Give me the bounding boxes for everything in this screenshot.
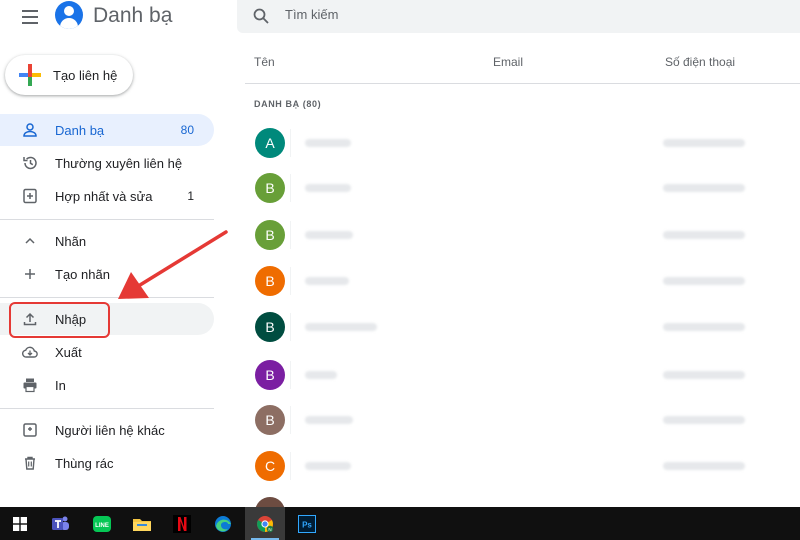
contact-phone-blurred: [663, 184, 745, 192]
sidebar-item-create-label[interactable]: Tạo nhãn: [0, 258, 214, 290]
section-header: DANH BẠ (80): [254, 99, 322, 109]
sidebar-item-export[interactable]: Xuất: [0, 336, 214, 368]
column-header-name[interactable]: Tên: [254, 55, 275, 69]
edge-icon[interactable]: [203, 507, 243, 540]
contact-name-blurred: [305, 371, 337, 379]
avatar: B: [255, 266, 285, 296]
sidebar-item-frequent[interactable]: Thường xuyên liên hệ: [0, 147, 214, 179]
contact-name-blurred: [305, 323, 377, 331]
windows-start-icon[interactable]: [0, 507, 40, 540]
avatar: A: [255, 128, 285, 158]
sidebar-item-merge-fix[interactable]: Hợp nhất và sửa 1: [0, 180, 214, 212]
sidebar-item-label: Xuất: [55, 345, 82, 360]
sidebar-item-contacts[interactable]: Danh bạ 80: [0, 114, 214, 146]
avatar: C: [255, 451, 285, 481]
trash-icon: [22, 455, 38, 471]
contact-phone-blurred: [663, 231, 745, 239]
divider: [0, 219, 214, 220]
chevron-up-icon: [22, 233, 38, 249]
contacts-logo-icon: [55, 1, 83, 29]
create-contact-button[interactable]: Tạo liên hệ: [5, 55, 133, 95]
merge-fix-icon: [22, 188, 38, 204]
windows-taskbar: LINE N Ps: [0, 507, 800, 540]
header-divider: [245, 83, 800, 84]
contact-name-blurred: [305, 462, 351, 470]
teams-icon[interactable]: [40, 507, 80, 540]
table-row[interactable]: B: [245, 213, 800, 257]
table-row[interactable]: B: [245, 305, 800, 349]
contacts-add-icon: [22, 422, 38, 438]
file-explorer-icon[interactable]: [122, 507, 162, 540]
search-bar[interactable]: [237, 0, 800, 33]
contact-name-blurred: [305, 139, 351, 147]
sidebar-item-label: Danh bạ: [55, 123, 105, 138]
table-row[interactable]: C: [245, 444, 800, 488]
main-menu-button[interactable]: [18, 6, 42, 28]
sidebar: Danh bạ Tạo liên hệ Danh bạ 80 Thường xu…: [0, 0, 232, 507]
divider: [0, 297, 214, 298]
avatar: [255, 497, 285, 507]
search-input[interactable]: [285, 7, 765, 22]
sidebar-item-label: Tạo nhãn: [55, 267, 110, 282]
plus-icon: [22, 266, 38, 282]
photoshop-icon[interactable]: Ps: [287, 507, 327, 540]
cloud-download-icon: [22, 344, 38, 360]
svg-text:Ps: Ps: [302, 520, 312, 529]
sidebar-item-label: Thường xuyên liên hệ: [55, 156, 183, 171]
printer-icon: [22, 377, 38, 393]
avatar: B: [255, 360, 285, 390]
colorful-plus-icon: [19, 64, 41, 86]
avatar: B: [255, 312, 285, 342]
line-icon[interactable]: LINE: [82, 507, 122, 540]
contact-name-blurred: [305, 184, 351, 192]
contact-phone-blurred: [663, 277, 745, 285]
create-contact-label: Tạo liên hệ: [53, 67, 118, 83]
svg-text:N: N: [268, 527, 271, 532]
table-row[interactable]: A: [245, 121, 800, 165]
divider: [0, 408, 214, 409]
column-header-phone[interactable]: Số điện thoại: [665, 55, 735, 69]
netflix-icon[interactable]: [162, 507, 202, 540]
contact-phone-blurred: [663, 139, 745, 147]
avatar: B: [255, 173, 285, 203]
sidebar-item-label: Nhãn: [55, 234, 87, 249]
person-icon: [22, 122, 38, 138]
contact-phone-blurred: [663, 371, 745, 379]
svg-text:LINE: LINE: [95, 523, 109, 529]
import-highlight-box: [9, 302, 110, 338]
table-row[interactable]: B: [245, 166, 800, 210]
column-header-email[interactable]: Email: [493, 55, 523, 69]
contact-name-blurred: [305, 416, 353, 424]
sidebar-item-label: In: [55, 378, 66, 393]
sidebar-item-print[interactable]: In: [0, 369, 214, 401]
sidebar-item-label: Thùng rác: [55, 456, 114, 471]
avatar: B: [255, 405, 285, 435]
sidebar-item-trash[interactable]: Thùng rác: [0, 447, 214, 479]
contact-phone-blurred: [663, 323, 745, 331]
table-row[interactable]: [245, 490, 800, 507]
contacts-count: 80: [180, 123, 194, 137]
sidebar-item-labels-toggle[interactable]: Nhãn: [0, 225, 214, 257]
table-row[interactable]: B: [245, 259, 800, 303]
table-row[interactable]: B: [245, 398, 800, 442]
contact-phone-blurred: [663, 462, 745, 470]
table-row[interactable]: B: [245, 353, 800, 397]
merge-fix-count: 1: [187, 189, 194, 203]
contact-phone-blurred: [663, 416, 745, 424]
sidebar-item-label: Người liên hệ khác: [55, 423, 165, 438]
search-icon: [252, 7, 270, 25]
sidebar-item-label: Hợp nhất và sửa: [55, 189, 153, 204]
chrome-icon[interactable]: N: [245, 507, 285, 540]
contact-name-blurred: [305, 277, 349, 285]
sidebar-item-other-contacts[interactable]: Người liên hệ khác: [0, 414, 214, 446]
history-icon: [22, 155, 38, 171]
app-title: Danh bạ: [93, 4, 173, 27]
contact-name-blurred: [305, 231, 353, 239]
avatar: B: [255, 220, 285, 250]
